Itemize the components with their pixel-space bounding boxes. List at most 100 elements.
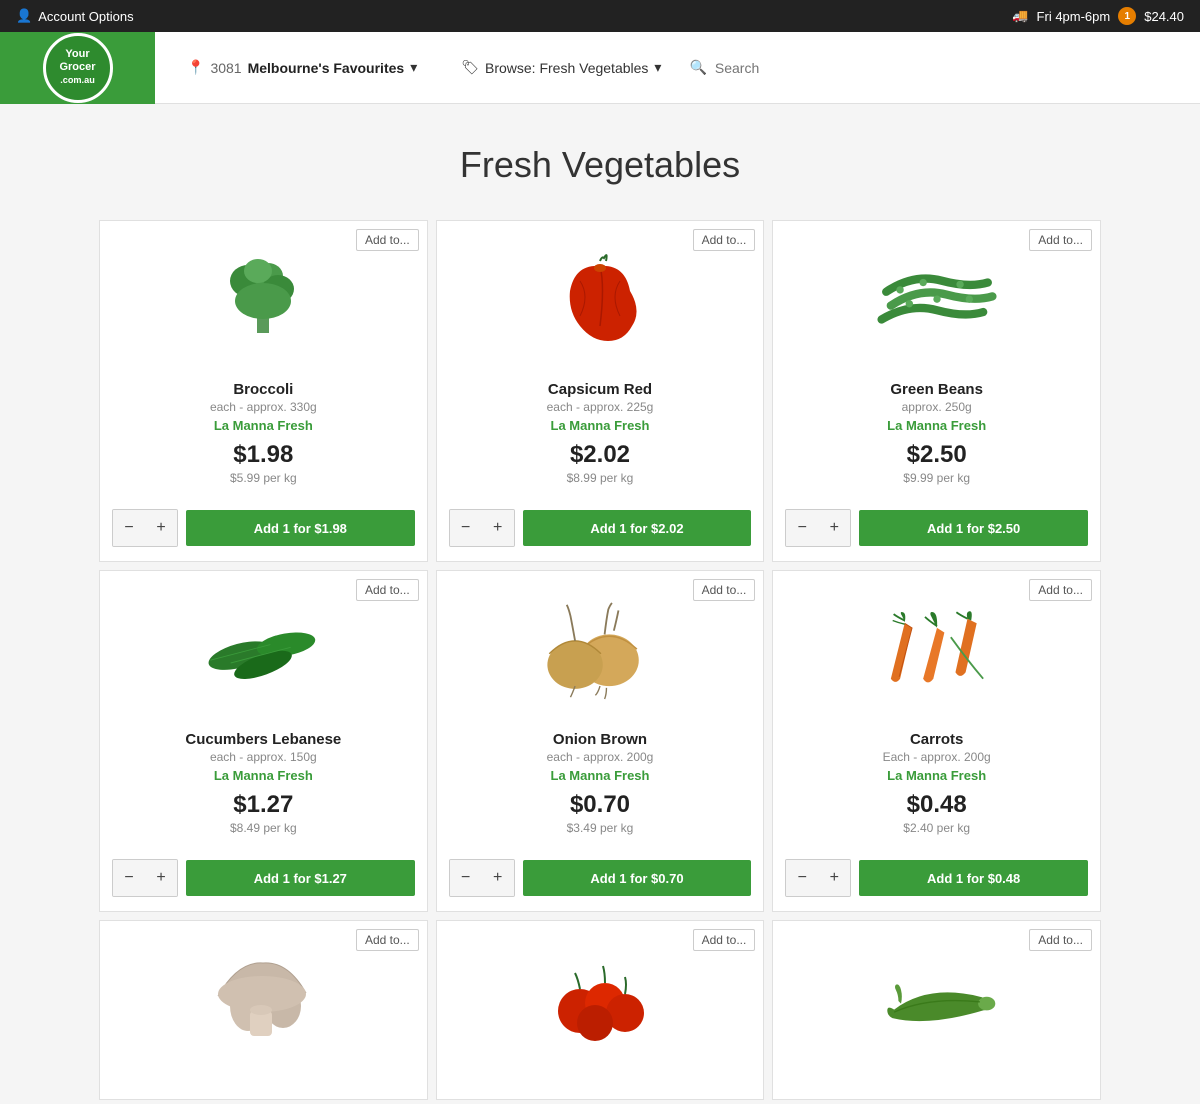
increase-qty-button[interactable]: + [482, 510, 514, 546]
product-price: $0.48 [789, 791, 1084, 819]
page-title: Fresh Vegetables [0, 144, 1200, 186]
decrease-qty-button[interactable]: − [450, 510, 482, 546]
product-image [540, 246, 660, 356]
browse-selector[interactable]: 🏷 Browse: Fresh Vegetables ▾ [449, 59, 673, 76]
add-to-button[interactable]: Add to... [356, 929, 419, 951]
product-supplier[interactable]: La Manna Fresh [453, 418, 748, 433]
product-image [540, 596, 660, 706]
increase-qty-button[interactable]: + [482, 860, 514, 896]
decrease-qty-button[interactable]: − [786, 510, 818, 546]
product-per-kg: $9.99 per kg [789, 471, 1084, 485]
cart-total[interactable]: $24.40 [1144, 9, 1184, 24]
add-to-cart-button[interactable]: Add 1 for $1.98 [186, 510, 415, 546]
increase-qty-button[interactable]: + [818, 510, 850, 546]
product-price: $0.70 [453, 791, 748, 819]
top-bar: 👤 Account Options 🚚 Fri 4pm-6pm 1 $24.40 [0, 0, 1200, 32]
logo-text: YourGrocer.com.au [59, 48, 95, 88]
chevron-down-icon: ▾ [410, 59, 417, 76]
delivery-icon: 🚚 [1012, 8, 1028, 24]
account-label[interactable]: Account Options [38, 9, 133, 24]
product-per-kg: $5.99 per kg [116, 471, 411, 485]
qty-controls: − + [449, 509, 515, 547]
chevron-down-icon-2: ▾ [654, 59, 661, 76]
product-per-kg: $8.99 per kg [453, 471, 748, 485]
qty-controls: − + [112, 859, 178, 897]
product-image [540, 946, 660, 1056]
decrease-qty-button[interactable]: − [113, 510, 145, 546]
decrease-qty-button[interactable]: − [113, 860, 145, 896]
product-supplier[interactable]: La Manna Fresh [789, 418, 1084, 433]
store-name[interactable]: Melbourne's Favourites [248, 60, 405, 76]
add-to-button[interactable]: Add to... [1029, 929, 1092, 951]
add-to-cart-button[interactable]: Add 1 for $2.50 [859, 510, 1088, 546]
decrease-qty-button[interactable]: − [450, 860, 482, 896]
increase-qty-button[interactable]: + [145, 510, 177, 546]
product-per-kg: $8.49 per kg [116, 821, 411, 835]
logo[interactable]: YourGrocer.com.au [43, 33, 113, 103]
increase-qty-button[interactable]: + [145, 860, 177, 896]
product-image [877, 596, 997, 706]
product-actions: − + Add 1 for $2.50 [773, 509, 1100, 561]
product-actions: − + Add 1 for $1.27 [100, 859, 427, 911]
product-card: Add to... [99, 920, 428, 1100]
page-title-area: Fresh Vegetables [0, 104, 1200, 216]
increase-qty-button[interactable]: + [818, 860, 850, 896]
product-price: $2.02 [453, 441, 748, 469]
add-to-button[interactable]: Add to... [693, 579, 756, 601]
store-selector[interactable]: 📍 3081 Melbourne's Favourites ▾ [175, 59, 429, 76]
search-icon: 🔍 [689, 59, 706, 76]
product-card: Add to... [436, 920, 765, 1100]
product-weight: each - approx. 200g [453, 750, 748, 764]
cart-area[interactable]: 🚚 Fri 4pm-6pm 1 $24.40 [1012, 7, 1184, 25]
product-weight: approx. 250g [789, 400, 1084, 414]
add-to-button[interactable]: Add to... [693, 229, 756, 251]
add-to-cart-button[interactable]: Add 1 for $1.27 [186, 860, 415, 896]
decrease-qty-button[interactable]: − [786, 860, 818, 896]
product-supplier[interactable]: La Manna Fresh [116, 418, 411, 433]
qty-controls: − + [112, 509, 178, 547]
browse-label[interactable]: Browse: Fresh Vegetables [485, 60, 648, 76]
product-actions: − + Add 1 for $0.70 [437, 859, 764, 911]
product-card: Add to... [772, 920, 1101, 1100]
product-info: Green Beans approx. 250g La Manna Fresh … [773, 381, 1100, 509]
product-image [203, 596, 323, 706]
add-to-button[interactable]: Add to... [356, 229, 419, 251]
add-to-cart-button[interactable]: Add 1 for $2.02 [523, 510, 752, 546]
product-card: Add to... Broccoli each - approx. 330g L… [99, 220, 428, 562]
product-price: $2.50 [789, 441, 1084, 469]
product-info: Onion Brown each - approx. 200g La Manna… [437, 731, 764, 859]
product-image [877, 946, 997, 1056]
product-name: Carrots [789, 731, 1084, 748]
nav-area: 📍 3081 Melbourne's Favourites ▾ 🏷 Browse… [155, 59, 1200, 76]
product-price: $1.27 [116, 791, 411, 819]
logo-area[interactable]: YourGrocer.com.au [0, 32, 155, 104]
add-to-button[interactable]: Add to... [356, 579, 419, 601]
add-to-button[interactable]: Add to... [693, 929, 756, 951]
product-card: Add to... Cucumbers Lebanese each - appr… [99, 570, 428, 912]
qty-controls: − + [785, 859, 851, 897]
product-info: Cucumbers Lebanese each - approx. 150g L… [100, 731, 427, 859]
product-supplier[interactable]: La Manna Fresh [116, 768, 411, 783]
product-info: Carrots Each - approx. 200g La Manna Fre… [773, 731, 1100, 859]
account-area[interactable]: 👤 Account Options [16, 8, 134, 24]
add-to-button[interactable]: Add to... [1029, 579, 1092, 601]
product-supplier[interactable]: La Manna Fresh [453, 768, 748, 783]
product-card: Add to... [772, 570, 1101, 912]
product-supplier[interactable]: La Manna Fresh [789, 768, 1084, 783]
product-info: Capsicum Red each - approx. 225g La Mann… [437, 381, 764, 509]
product-name: Cucumbers Lebanese [116, 731, 411, 748]
product-name: Green Beans [789, 381, 1084, 398]
add-to-cart-button[interactable]: Add 1 for $0.70 [523, 860, 752, 896]
search-area[interactable]: 🔍 [689, 59, 1180, 76]
add-to-cart-button[interactable]: Add 1 for $0.48 [859, 860, 1088, 896]
store-number: 3081 [210, 60, 241, 76]
product-card: Add to... Green Beans approx. 250g La Ma… [772, 220, 1101, 562]
search-input[interactable] [715, 60, 875, 76]
product-info: Broccoli each - approx. 330g La Manna Fr… [100, 381, 427, 509]
product-actions: − + Add 1 for $1.98 [100, 509, 427, 561]
person-icon: 👤 [16, 8, 32, 24]
delivery-time: Fri 4pm-6pm [1037, 9, 1111, 24]
header: YourGrocer.com.au 📍 3081 Melbourne's Fav… [0, 32, 1200, 104]
add-to-button[interactable]: Add to... [1029, 229, 1092, 251]
product-card: Add to... Onion Br [436, 570, 765, 912]
